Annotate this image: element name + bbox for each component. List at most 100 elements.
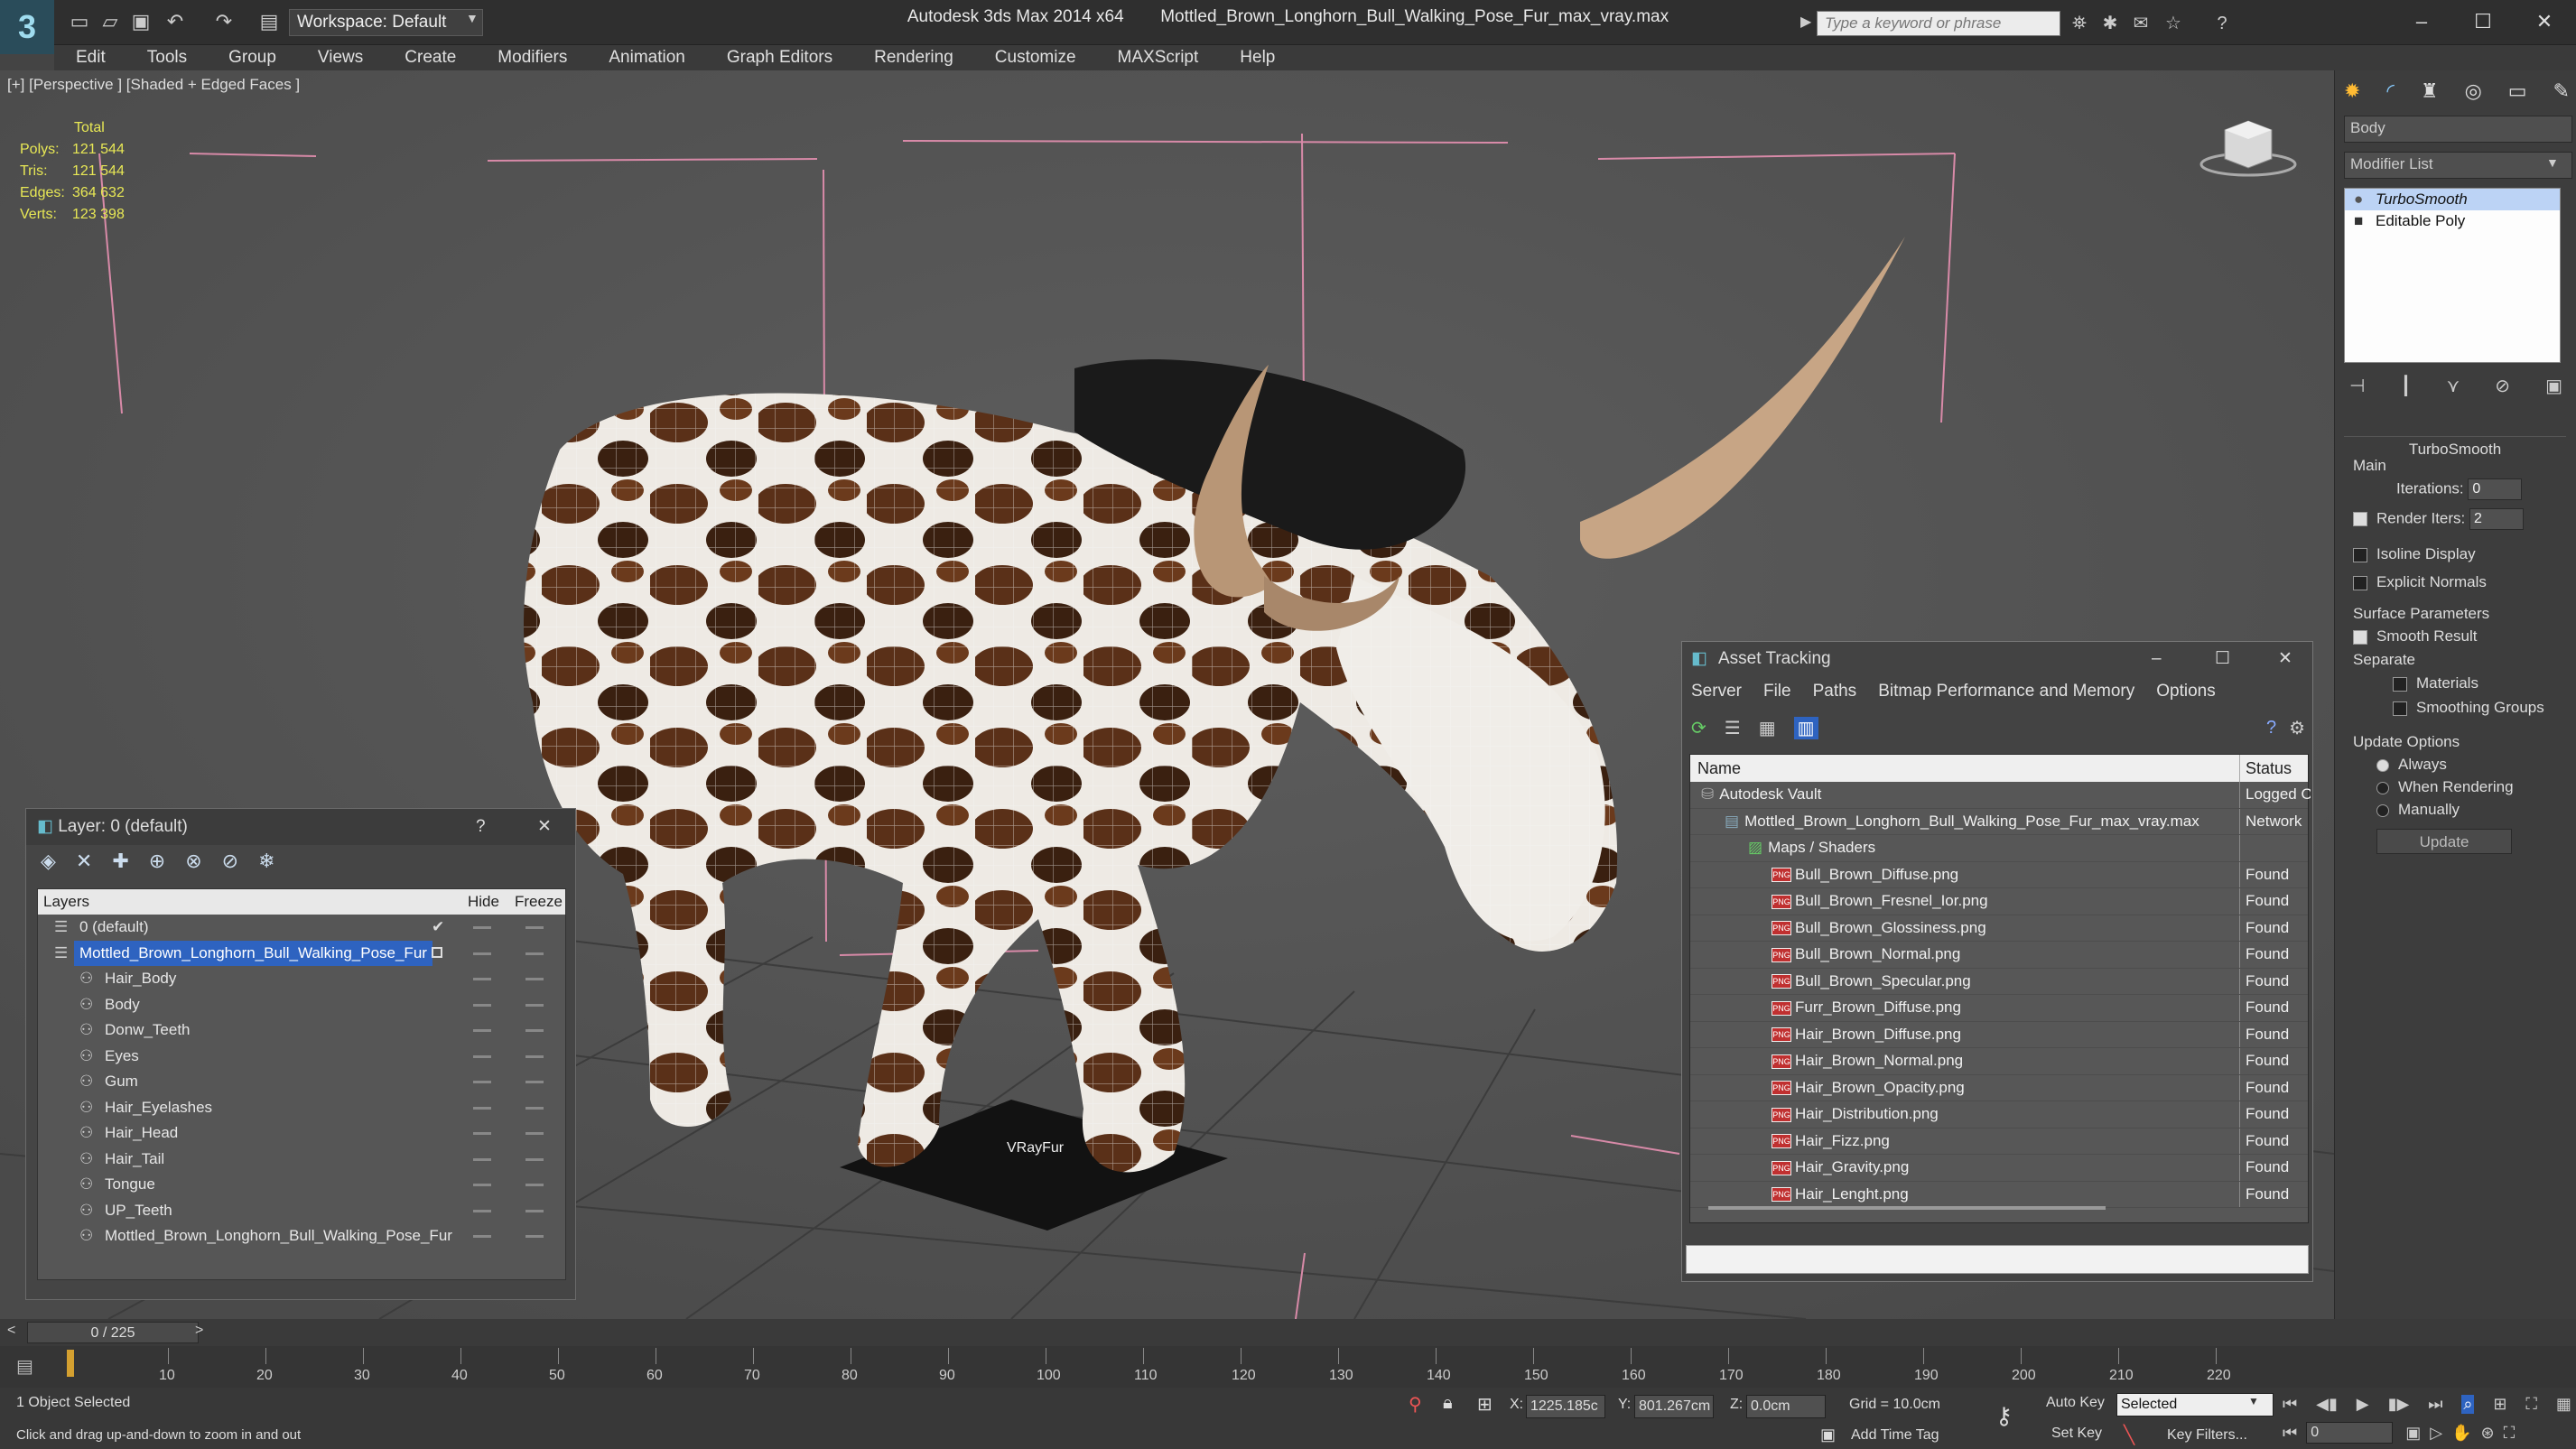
asset-row[interactable]: ▤ Mottled_Brown_Longhorn_Bull_Walking_Pos… xyxy=(1690,808,2308,835)
x-coordinate-field[interactable]: 1225.185c xyxy=(1526,1395,1605,1418)
favorites-star-icon[interactable]: ☆ xyxy=(2160,11,2187,36)
go-to-end-icon[interactable]: ⏭ xyxy=(2428,1395,2442,1414)
menu-views[interactable]: Views xyxy=(314,48,367,68)
freeze-toggle[interactable] xyxy=(525,1054,544,1058)
lightbulb-icon[interactable]: ● xyxy=(2354,189,2363,210)
freeze-toggle[interactable] xyxy=(525,1132,544,1135)
isolate-selection-icon[interactable]: ⚲ xyxy=(1409,1393,1422,1416)
delete-layer-icon[interactable]: ✕ xyxy=(76,850,92,873)
explicit-normals-checkbox[interactable] xyxy=(2353,575,2367,590)
asset-row[interactable]: PNG Hair_Brown_Diffuse.png Found xyxy=(1690,1021,2308,1048)
save-icon[interactable]: ▣ xyxy=(126,9,155,34)
menu-help[interactable]: Help xyxy=(1236,48,1279,68)
freeze-toggle[interactable] xyxy=(525,1235,544,1238)
help-icon[interactable]: ? xyxy=(2209,11,2236,36)
chevron-down-icon[interactable]: ▼ xyxy=(2248,1395,2259,1407)
redo-icon[interactable]: ↷ xyxy=(209,9,238,34)
asset-menu-paths[interactable]: Paths xyxy=(1813,682,1857,701)
binoculars-icon[interactable]: ⛯ xyxy=(2066,11,2093,36)
asset-row[interactable]: PNG Hair_Brown_Normal.png Found xyxy=(1690,1048,2308,1075)
key-filters-button[interactable]: Key Filters... xyxy=(2167,1427,2247,1444)
close-icon[interactable]: ✕ xyxy=(2517,4,2571,40)
menu-modifiers[interactable]: Modifiers xyxy=(494,48,571,68)
freeze-toggle[interactable] xyxy=(525,978,544,980)
y-coordinate-field[interactable]: 801.267cm xyxy=(1634,1395,1714,1418)
menu-maxscript[interactable]: MAXScript xyxy=(1114,48,1203,68)
menu-animation[interactable]: Animation xyxy=(605,48,689,68)
freeze-toggle[interactable] xyxy=(525,1106,544,1110)
next-frame-icon[interactable]: ▮▶ xyxy=(2388,1395,2410,1414)
close-icon[interactable]: ✕ xyxy=(2278,642,2292,676)
asset-row[interactable]: PNG Furr_Brown_Diffuse.png Found xyxy=(1690,995,2308,1022)
asset-path-field[interactable] xyxy=(1686,1245,2309,1274)
thumbnail-view-icon[interactable]: ▦ xyxy=(1759,717,1776,739)
asset-row[interactable]: PNG Bull_Brown_Normal.png Found xyxy=(1690,942,2308,969)
create-layer-icon[interactable]: ◈ xyxy=(41,850,56,873)
hide-toggle[interactable] xyxy=(473,952,491,955)
menu-customize[interactable]: Customize xyxy=(991,48,1080,68)
asset-menu-bitmap[interactable]: Bitmap Performance and Memory xyxy=(1878,682,2134,701)
help-icon[interactable]: ? xyxy=(476,809,486,845)
hide-toggle[interactable] xyxy=(473,926,491,929)
key-mode-icon[interactable]: ⏮ xyxy=(2283,1424,2297,1443)
remove-modifier-icon[interactable]: ⊘ xyxy=(2495,375,2510,397)
new-file-icon[interactable]: ▭ xyxy=(65,9,94,34)
hide-toggle[interactable] xyxy=(473,1003,491,1007)
asset-row[interactable]: PNG Bull_Brown_Glossiness.png Found xyxy=(1690,915,2308,942)
modifier-list-dropdown[interactable]: Modifier List xyxy=(2344,152,2572,179)
freeze-all-icon[interactable]: ❄ xyxy=(258,850,274,873)
minimize-icon[interactable]: – xyxy=(2395,4,2449,40)
layer-row[interactable]: ☰ 0 (default) ✔ xyxy=(38,915,565,941)
close-icon[interactable]: ✕ xyxy=(537,809,552,845)
asset-menu-server[interactable]: Server xyxy=(1691,682,1742,701)
hide-toggle[interactable] xyxy=(473,1106,491,1110)
freeze-toggle[interactable] xyxy=(525,1081,544,1083)
settings-icon[interactable]: ⚙ xyxy=(2289,717,2305,739)
create-tab-icon[interactable]: ✹ xyxy=(2344,79,2360,103)
project-folder-icon[interactable]: ▤ xyxy=(255,9,284,34)
asset-row[interactable]: PNG Hair_Distribution.png Found xyxy=(1690,1101,2308,1129)
minimize-icon[interactable]: – xyxy=(2152,642,2162,676)
subscription-icon[interactable]: ✱ xyxy=(2097,11,2124,36)
set-current-icon[interactable] xyxy=(432,946,442,958)
key-tangent-icon[interactable]: ╲ xyxy=(2124,1424,2134,1446)
col-layers[interactable]: Layers xyxy=(38,893,89,910)
layer-row[interactable]: ⚇ Gum xyxy=(38,1069,565,1095)
workspace-dropdown[interactable]: Workspace: Default xyxy=(289,9,483,36)
open-file-icon[interactable]: ▱ xyxy=(96,9,125,34)
asset-tracking-titlebar[interactable]: ◧ Asset Tracking – ☐ ✕ xyxy=(1682,642,2312,676)
active-layer-check-icon[interactable]: ✔ xyxy=(432,915,444,941)
layer-row[interactable]: ☰ Mottled_Brown_Longhorn_Bull_Walking_Pos… xyxy=(38,940,565,966)
hide-toggle[interactable] xyxy=(473,1132,491,1135)
manually-radio[interactable] xyxy=(2376,803,2389,817)
search-arrow-icon[interactable]: ▶ xyxy=(1800,13,1811,31)
freeze-toggle[interactable] xyxy=(525,926,544,929)
asset-row[interactable]: PNG Hair_Gravity.png Found xyxy=(1690,1155,2308,1182)
layer-row[interactable]: ⚇ Eyes xyxy=(38,1044,565,1070)
freeze-toggle[interactable] xyxy=(525,1003,544,1007)
field-of-view-icon[interactable]: ▷ xyxy=(2430,1424,2442,1443)
search-input[interactable]: Type a keyword or phrase xyxy=(1817,11,2060,36)
menu-create[interactable]: Create xyxy=(401,48,460,68)
isoline-checkbox[interactable] xyxy=(2353,547,2367,562)
asset-row[interactable]: PNG Bull_Brown_Fresnel_Ior.png Found xyxy=(1690,888,2308,915)
smoothing-groups-checkbox[interactable] xyxy=(2393,701,2407,716)
time-slider[interactable]: < 0 / 225 > xyxy=(0,1319,2576,1346)
col-status[interactable]: Status xyxy=(2239,755,2292,782)
highlight-selected-icon[interactable]: ⊗ xyxy=(185,850,201,873)
table-view-icon[interactable]: ▥ xyxy=(1793,716,1818,739)
layer-row[interactable]: ⚇ Hair_Eyelashes xyxy=(38,1095,565,1121)
menu-rendering[interactable]: Rendering xyxy=(870,48,957,68)
when-rendering-radio[interactable] xyxy=(2376,781,2389,794)
hide-toggle[interactable] xyxy=(473,1081,491,1083)
layer-row[interactable]: ⚇ Donw_Teeth xyxy=(38,1017,565,1044)
add-to-layer-icon[interactable]: ✚ xyxy=(112,850,128,873)
zoom-icon[interactable]: ⌕ xyxy=(2461,1394,2475,1414)
prev-frame-icon[interactable]: < xyxy=(7,1323,15,1339)
always-radio[interactable] xyxy=(2376,758,2389,772)
freeze-toggle[interactable] xyxy=(525,1209,544,1212)
next-frame-icon[interactable]: > xyxy=(195,1323,203,1339)
asset-row[interactable]: ▨ Maps / Shaders xyxy=(1690,835,2308,862)
previous-frame-icon[interactable]: ◀▮ xyxy=(2316,1395,2338,1414)
motion-tab-icon[interactable]: ◎ xyxy=(2465,79,2482,103)
